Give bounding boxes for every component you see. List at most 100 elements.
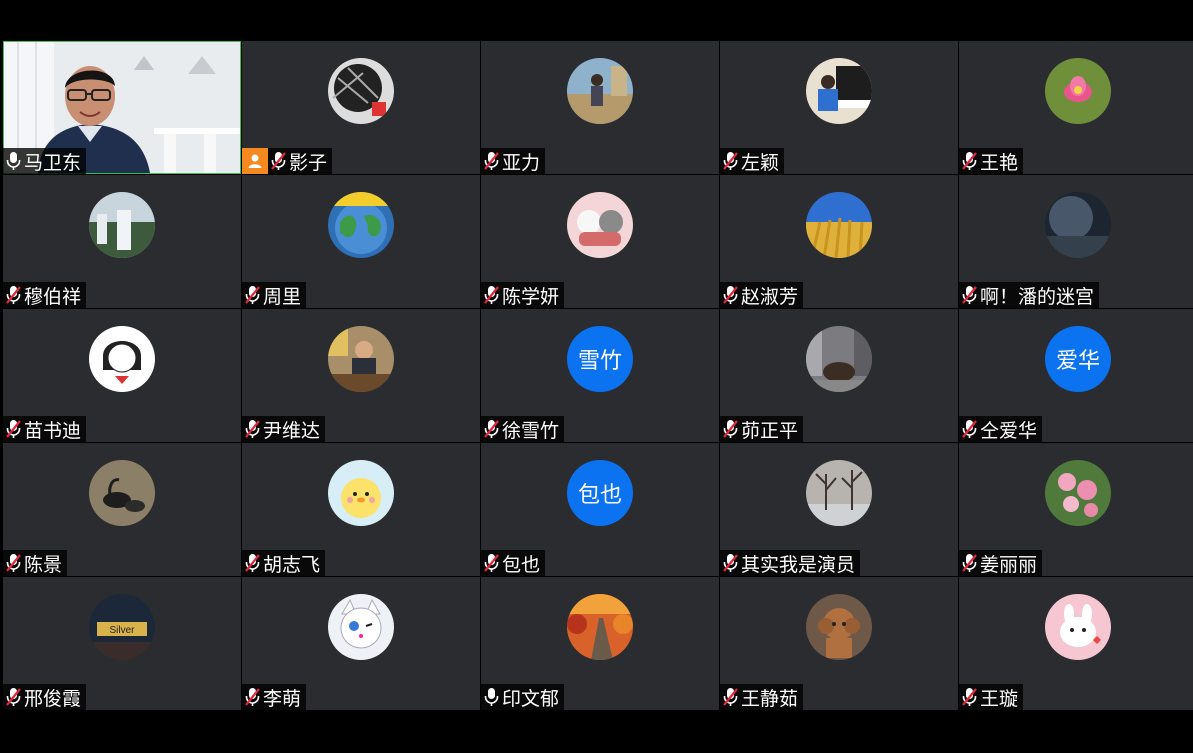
participant-gallery: 马卫东 影子 亚力 左颖 王艳 穆伯祥 周里 陈学妍 赵淑芳 啊！潘的迷宫 苗书迪 尹维达 雪竹 徐雪竹茆… [3, 41, 1193, 710]
participant-name: 陈学妍 [502, 285, 560, 308]
participant-tile[interactable]: 印文郁 [481, 577, 719, 710]
participant-name: 仝爱华 [980, 419, 1038, 442]
mic-muted-icon [5, 687, 22, 707]
participant-tile[interactable]: 王艳 [959, 41, 1193, 174]
participant-tile[interactable]: 王静茹 [720, 577, 958, 710]
mic-muted-icon [722, 285, 739, 305]
participant-tile[interactable]: 陈景 [3, 443, 241, 576]
participant-tile[interactable]: 爱华仝爱华 [959, 309, 1193, 442]
mic-muted-icon [483, 151, 500, 171]
participant-name: 马卫东 [24, 151, 82, 174]
participant-tile[interactable]: 包也 包也 [481, 443, 719, 576]
participant-nameplate: 徐雪竹 [481, 416, 565, 442]
participant-name: 穆伯祥 [24, 285, 82, 308]
avatar [328, 326, 394, 392]
mic-muted-icon [483, 285, 500, 305]
mic-muted-icon [244, 419, 261, 439]
participant-name: 茆正平 [741, 419, 799, 442]
participant-nameplate: 亚力 [481, 148, 546, 174]
mic-muted-icon [483, 553, 500, 573]
participant-tile[interactable]: 亚力 [481, 41, 719, 174]
avatar [89, 326, 155, 392]
avatar: 爱华 [1045, 326, 1111, 392]
participant-name: 周里 [263, 285, 302, 308]
mic-muted-icon [270, 151, 287, 171]
avatar [806, 460, 872, 526]
mic-muted-icon [722, 687, 739, 707]
participant-tile[interactable]: 尹维达 [242, 309, 480, 442]
participant-nameplate: 左颖 [720, 148, 785, 174]
participant-nameplate: 胡志飞 [242, 550, 326, 576]
participant-nameplate: 陈景 [3, 550, 68, 576]
avatar [806, 326, 872, 392]
participant-tile[interactable]: 赵淑芳 [720, 175, 958, 308]
mic-muted-icon [5, 285, 22, 305]
participant-tile[interactable]: 茆正平 [720, 309, 958, 442]
avatar [806, 594, 872, 660]
participant-nameplate: 姜丽丽 [959, 550, 1043, 576]
participant-name: 亚力 [502, 151, 541, 174]
mic-muted-icon [722, 553, 739, 573]
mic-muted-icon [722, 151, 739, 171]
participant-tile[interactable]: Silver 邢俊霞 [3, 577, 241, 710]
mic-muted-icon [961, 553, 978, 573]
participant-name: 印文郁 [502, 687, 560, 710]
participant-nameplate: 李萌 [242, 684, 307, 710]
host-user-icon [242, 148, 268, 174]
participant-tile[interactable]: 苗书迪 [3, 309, 241, 442]
participant-tile[interactable]: 姜丽丽 [959, 443, 1193, 576]
participant-nameplate: 王静茹 [720, 684, 804, 710]
participant-name: 姜丽丽 [980, 553, 1038, 576]
participant-name: 赵淑芳 [741, 285, 799, 308]
participant-tile[interactable]: 雪竹 徐雪竹 [481, 309, 719, 442]
mic-muted-icon [244, 687, 261, 707]
participant-nameplate: 茆正平 [720, 416, 804, 442]
participant-nameplate: 影子 [242, 148, 333, 174]
participant-nameplate: 其实我是演员 [720, 550, 861, 576]
participant-name: 王静茹 [741, 687, 799, 710]
mic-muted-icon [5, 553, 22, 573]
participant-name: 苗书迪 [24, 419, 82, 442]
participant-name: 李萌 [263, 687, 302, 710]
participant-nameplate: 啊！潘的迷宫 [959, 282, 1100, 308]
participant-nameplate: 赵淑芳 [720, 282, 804, 308]
participant-tile[interactable]: 其实我是演员 [720, 443, 958, 576]
participant-tile[interactable]: 啊！潘的迷宫 [959, 175, 1193, 308]
avatar: Silver [89, 594, 155, 660]
participant-nameplate: 包也 [481, 550, 546, 576]
mic-muted-icon [244, 553, 261, 573]
participant-tile[interactable]: 周里 [242, 175, 480, 308]
participant-tile[interactable]: 马卫东 [3, 41, 241, 174]
participant-name: 胡志飞 [263, 553, 321, 576]
participant-nameplate: 马卫东 [3, 148, 87, 174]
participant-tile[interactable]: 胡志飞 [242, 443, 480, 576]
participant-nameplate: 印文郁 [481, 684, 565, 710]
participant-name: 其实我是演员 [741, 553, 856, 576]
participant-name: 影子 [289, 151, 328, 174]
participant-nameplate: 周里 [242, 282, 307, 308]
participant-nameplate: 穆伯祥 [3, 282, 87, 308]
avatar: 雪竹 [567, 326, 633, 392]
mic-muted-icon [244, 285, 261, 305]
participant-name: 包也 [502, 553, 541, 576]
participant-name: 啊！潘的迷宫 [980, 285, 1095, 308]
avatar [567, 192, 633, 258]
participant-tile[interactable]: 王璇 [959, 577, 1193, 710]
avatar [567, 594, 633, 660]
mic-muted-icon [722, 419, 739, 439]
participant-tile[interactable]: 左颖 [720, 41, 958, 174]
participant-name: 邢俊霞 [24, 687, 82, 710]
participant-tile[interactable]: 陈学妍 [481, 175, 719, 308]
avatar [89, 460, 155, 526]
participant-tile[interactable]: 影子 [242, 41, 480, 174]
avatar [806, 192, 872, 258]
mic-muted-icon [961, 151, 978, 171]
participant-nameplate: 仝爱华 [959, 416, 1043, 442]
participant-nameplate: 苗书迪 [3, 416, 87, 442]
participant-tile[interactable]: 李萌 [242, 577, 480, 710]
participant-nameplate: 尹维达 [242, 416, 326, 442]
avatar [1045, 192, 1111, 258]
participant-name: 王艳 [980, 151, 1019, 174]
participant-tile[interactable]: 穆伯祥 [3, 175, 241, 308]
participant-name: 左颖 [741, 151, 780, 174]
